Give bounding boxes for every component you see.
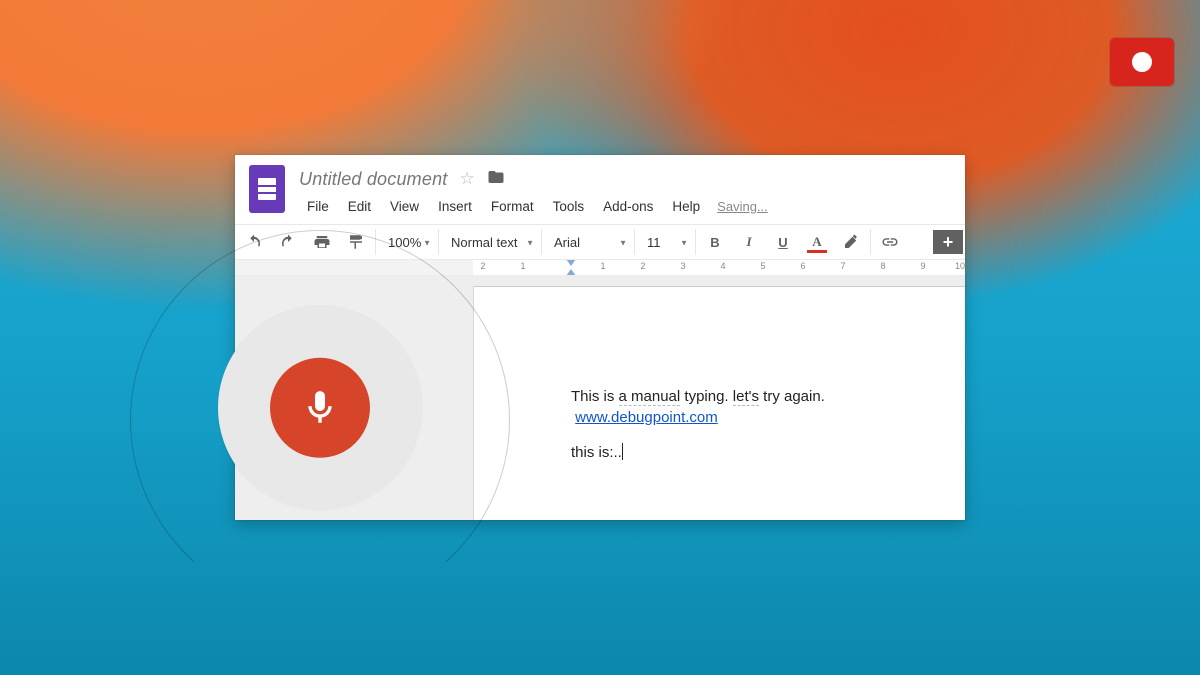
- text: This is: [571, 388, 619, 405]
- text-color-button[interactable]: A: [800, 224, 834, 260]
- left-indent-marker[interactable]: [566, 269, 576, 276]
- ruler-mark: 2: [640, 261, 645, 271]
- grammar-suggestion[interactable]: a manual: [619, 388, 681, 406]
- italic-icon: I: [746, 234, 751, 250]
- print-button[interactable]: [305, 224, 339, 260]
- document-title[interactable]: Untitled document: [299, 169, 447, 190]
- print-icon: [313, 233, 331, 251]
- document-page[interactable]: This is a manual typing. let's try again…: [473, 286, 965, 520]
- paint-format-button[interactable]: [339, 224, 373, 260]
- microphone-icon: [300, 385, 340, 431]
- toolbar-more-button[interactable]: +: [933, 230, 963, 254]
- style-value: Normal text: [451, 235, 517, 250]
- menu-tools[interactable]: Tools: [545, 197, 593, 216]
- paint-roller-icon: [347, 233, 365, 251]
- link-icon: [881, 233, 899, 251]
- underline-icon: U: [778, 235, 787, 250]
- desktop: Untitled document ☆ File Edit View Inser…: [0, 0, 1200, 675]
- chevron-down-icon: ▼: [526, 238, 534, 247]
- horizontal-ruler[interactable]: 2 1 1 2 3 4 5 6 7 8 9 10: [235, 260, 965, 276]
- ruler-mark: 6: [800, 261, 805, 271]
- zoom-selector[interactable]: 100%▼: [378, 224, 436, 260]
- ruler-mark: 9: [920, 261, 925, 271]
- menu-format[interactable]: Format: [483, 197, 542, 216]
- docs-logo-icon[interactable]: [249, 165, 285, 213]
- highlight-button[interactable]: [834, 224, 868, 260]
- star-icon[interactable]: ☆: [459, 169, 474, 189]
- toolbar: 100%▼ Normal text▼ Arial▼ 11▼ B I U A +: [235, 224, 965, 260]
- menu-edit[interactable]: Edit: [340, 197, 379, 216]
- text-cursor: [622, 443, 623, 460]
- text: typing.: [680, 388, 733, 405]
- grammar-suggestion[interactable]: let's: [733, 388, 759, 406]
- ruler-mark: 5: [760, 261, 765, 271]
- bold-button[interactable]: B: [698, 224, 732, 260]
- redo-icon: [279, 233, 297, 251]
- page-content[interactable]: This is a manual typing. let's try again…: [474, 287, 965, 464]
- insert-link-button[interactable]: [873, 224, 907, 260]
- chevron-down-icon: ▼: [680, 238, 688, 247]
- menu-view[interactable]: View: [382, 197, 427, 216]
- ruler-mark: 1: [520, 261, 525, 271]
- move-folder-icon[interactable]: [487, 168, 505, 191]
- underline-button[interactable]: U: [766, 224, 800, 260]
- zoom-value: 100%: [388, 235, 421, 250]
- menu-addons[interactable]: Add-ons: [595, 197, 661, 216]
- ruler-mark: 3: [680, 261, 685, 271]
- menu-bar: File Edit View Insert Format Tools Add-o…: [299, 193, 951, 224]
- voice-typing-button[interactable]: [270, 358, 370, 458]
- google-docs-window: Untitled document ☆ File Edit View Inser…: [235, 155, 965, 520]
- font-value: Arial: [554, 235, 580, 250]
- text: this is:..: [571, 444, 622, 461]
- italic-button[interactable]: I: [732, 224, 766, 260]
- bold-icon: B: [710, 235, 719, 250]
- first-line-indent-marker[interactable]: [566, 260, 576, 266]
- menu-insert[interactable]: Insert: [430, 197, 480, 216]
- font-selector[interactable]: Arial ▼: [544, 224, 632, 260]
- hyperlink[interactable]: www.debugpoint.com: [575, 409, 718, 426]
- document-titlebar: Untitled document ☆: [299, 165, 951, 193]
- docs-header: Untitled document ☆ File Edit View Inser…: [235, 155, 965, 224]
- folder-icon: [487, 168, 505, 186]
- menu-file[interactable]: File: [299, 197, 337, 216]
- text-color-a-icon: A: [812, 234, 821, 250]
- ruler-mark: 8: [880, 261, 885, 271]
- menu-help[interactable]: Help: [664, 197, 708, 216]
- chevron-down-icon: ▼: [619, 238, 627, 247]
- ruler-mark: 1: [600, 261, 605, 271]
- ruler-mark: 7: [840, 261, 845, 271]
- redo-button[interactable]: [271, 224, 305, 260]
- chevron-down-icon: ▼: [423, 238, 431, 247]
- text: try again.: [759, 388, 825, 405]
- record-dot-icon: [1132, 52, 1152, 72]
- save-status: Saving...: [717, 199, 768, 214]
- text-line[interactable]: This is a manual typing. let's try again…: [571, 387, 965, 408]
- ruler-mark: 2: [480, 261, 485, 271]
- size-value: 11: [647, 235, 661, 250]
- undo-icon: [245, 233, 263, 251]
- highlighter-icon: [842, 233, 860, 251]
- text-line[interactable]: www.debugpoint.com: [571, 408, 965, 429]
- paragraph-style-selector[interactable]: Normal text ▼: [441, 224, 539, 260]
- ruler-mark: 4: [720, 261, 725, 271]
- text-line[interactable]: this is:..: [571, 443, 965, 464]
- undo-button[interactable]: [237, 224, 271, 260]
- ruler-mark: 10: [955, 261, 965, 271]
- font-size-selector[interactable]: 11 ▼: [637, 224, 693, 260]
- screen-record-indicator[interactable]: [1110, 38, 1174, 86]
